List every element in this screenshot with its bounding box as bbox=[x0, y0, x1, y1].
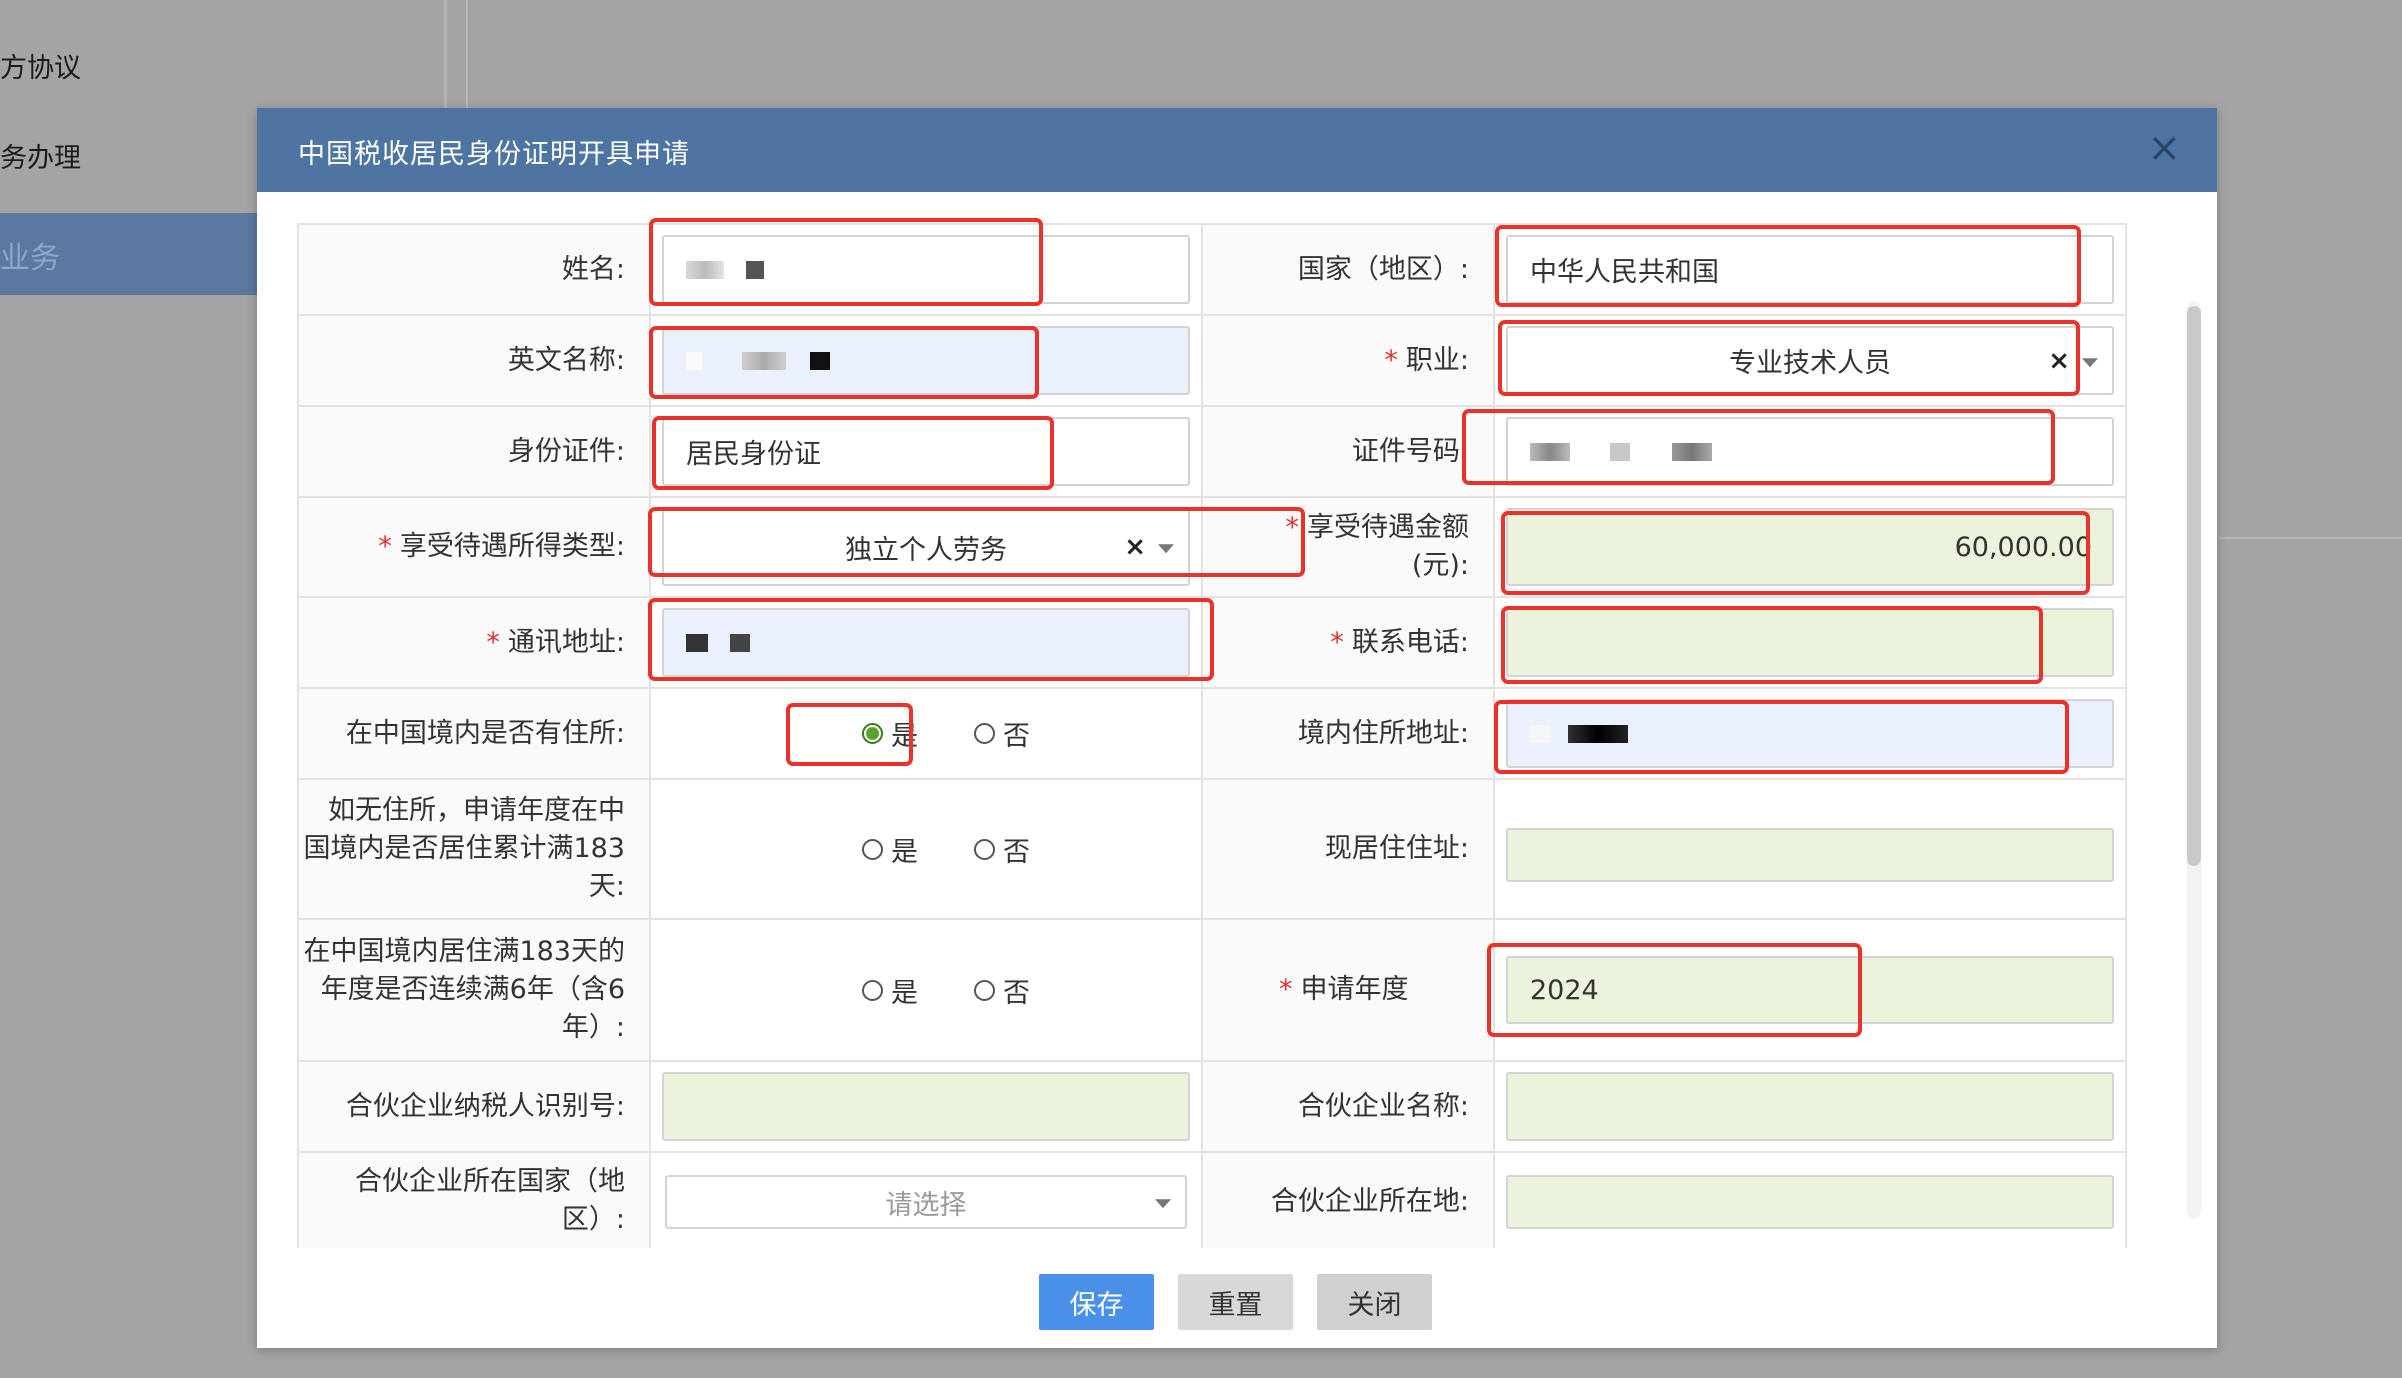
required-asterisk: * bbox=[1330, 626, 1344, 658]
chevron-down-icon[interactable] bbox=[1155, 1199, 1171, 1209]
scrollbar-thumb[interactable] bbox=[2187, 306, 2201, 866]
radio-unchecked-icon bbox=[974, 838, 995, 860]
partner-country-select[interactable]: 请选择 bbox=[665, 1175, 1187, 1229]
bg-divider-2 bbox=[466, 0, 468, 110]
close-icon[interactable]: × bbox=[2147, 126, 2181, 170]
partner-location-label: 合伙企业所在地: bbox=[1201, 1151, 1495, 1248]
partner-tin-input[interactable] bbox=[662, 1072, 1190, 1141]
income-type-select[interactable]: 独立个人劳务 × bbox=[662, 508, 1190, 586]
reset-button[interactable]: 重置 bbox=[1178, 1274, 1293, 1330]
no-residence-no-radio[interactable]: 否 bbox=[974, 830, 1030, 869]
address-input[interactable] bbox=[662, 608, 1190, 677]
bg-nav-item-active[interactable]: 业务 bbox=[0, 213, 258, 295]
amount-label: * 享受待遇金额 (元): bbox=[1201, 496, 1495, 598]
has-residence-yes-radio[interactable]: 是 bbox=[862, 714, 918, 753]
no-residence-183-label: 如无住所，申请年度在中 国境内是否居住累计满183 天: bbox=[297, 778, 651, 920]
redacted-text bbox=[1568, 724, 1628, 743]
partner-location-input[interactable] bbox=[1506, 1175, 2114, 1229]
address-label: * 通讯地址: bbox=[297, 596, 651, 689]
domestic-address-input[interactable] bbox=[1506, 699, 2114, 768]
bg-divider bbox=[444, 0, 447, 110]
dialog-footer: 保存 重置 关闭 bbox=[257, 1248, 2217, 1348]
apply-year-label: * 申请年度 bbox=[1201, 918, 1495, 1062]
close-button[interactable]: 关闭 bbox=[1317, 1274, 1432, 1330]
bg-nav-item-handling[interactable]: 务办理 bbox=[0, 136, 81, 175]
partner-country-label: 合伙企业所在国家（地 区）: bbox=[297, 1151, 651, 1248]
name-label: 姓名: bbox=[297, 223, 651, 316]
phone-label: * 联系电话: bbox=[1201, 596, 1495, 689]
radio-unchecked-icon bbox=[974, 723, 995, 744]
id-number-input[interactable] bbox=[1506, 417, 2114, 486]
required-asterisk: * bbox=[1384, 344, 1398, 376]
partner-name-label: 合伙企业名称: bbox=[1201, 1060, 1495, 1153]
bg-nav-item-protocol[interactable]: 方协议 bbox=[0, 46, 81, 85]
has-residence-label: 在中国境内是否有住所: bbox=[297, 687, 651, 780]
radio-unchecked-icon bbox=[862, 979, 883, 1001]
id-type-label: 身份证件: bbox=[297, 405, 651, 498]
redacted-text bbox=[1610, 442, 1630, 461]
english-name-label: 英文名称: bbox=[297, 314, 651, 407]
clear-icon[interactable]: × bbox=[2048, 346, 2070, 376]
has-residence-radio-group: 是 否 bbox=[651, 714, 1201, 753]
english-name-input[interactable] bbox=[662, 326, 1190, 395]
required-asterisk: * bbox=[378, 531, 392, 562]
id-number-label: 证件号码: bbox=[1201, 405, 1495, 498]
current-address-label: 现居住住址: bbox=[1201, 778, 1495, 920]
occupation-label: * 职业: bbox=[1201, 314, 1495, 407]
radio-unchecked-icon bbox=[862, 838, 883, 860]
chevron-down-icon[interactable] bbox=[2082, 357, 2098, 367]
redacted-text bbox=[686, 633, 708, 652]
occupation-select[interactable]: 专业技术人员 × bbox=[1506, 326, 2114, 395]
domestic-address-label: 境内住所地址: bbox=[1201, 687, 1495, 780]
name-input[interactable] bbox=[662, 235, 1190, 304]
radio-checked-icon bbox=[862, 723, 883, 744]
current-address-input[interactable] bbox=[1506, 828, 2114, 882]
radio-unchecked-icon bbox=[974, 979, 995, 1001]
chevron-down-icon[interactable] bbox=[1158, 544, 1174, 554]
bg-nav-active-label: 业务 bbox=[0, 241, 60, 276]
clear-icon[interactable]: × bbox=[1124, 532, 1146, 562]
redacted-text bbox=[686, 351, 702, 370]
redacted-text bbox=[730, 633, 750, 652]
phone-input[interactable] bbox=[1506, 608, 2114, 677]
six-years-no-radio[interactable]: 否 bbox=[974, 971, 1030, 1010]
country-input[interactable]: 中华人民共和国 bbox=[1506, 235, 2114, 304]
required-asterisk: * bbox=[1285, 512, 1300, 543]
no-residence-radio-group: 是 否 bbox=[651, 830, 1201, 869]
redacted-text bbox=[810, 351, 830, 370]
redacted-text bbox=[1530, 724, 1550, 743]
required-asterisk: * bbox=[1279, 974, 1293, 1005]
redacted-text bbox=[1672, 442, 1712, 461]
partner-tin-label: 合伙企业纳税人识别号: bbox=[297, 1060, 651, 1153]
id-type-input[interactable]: 居民身份证 bbox=[662, 417, 1190, 486]
required-asterisk: * bbox=[486, 626, 500, 658]
amount-input[interactable]: 60,000.00 bbox=[1506, 508, 2114, 586]
partner-name-input[interactable] bbox=[1506, 1072, 2114, 1141]
redacted-text bbox=[742, 351, 786, 370]
six-years-radio-group: 是 否 bbox=[651, 971, 1201, 1010]
dialog-header: 中国税收居民身份证明开具申请 × bbox=[257, 108, 2217, 192]
dialog-body: 姓名: 国家（地区）: 中华人民共和国 英文名称: * 职业: 专业技术人员 ×… bbox=[257, 192, 2217, 1248]
application-form: 姓名: 国家（地区）: 中华人民共和国 英文名称: * 职业: 专业技术人员 ×… bbox=[297, 223, 2127, 1248]
bg-divider-3 bbox=[2216, 537, 2402, 539]
redacted-text bbox=[1530, 442, 1570, 461]
apply-year-input[interactable]: 2024 bbox=[1506, 956, 2114, 1024]
six-years-yes-radio[interactable]: 是 bbox=[862, 971, 918, 1010]
redacted-text bbox=[686, 260, 724, 279]
six-years-label: 在中国境内居住满183天的 年度是否连续满6年（含6 年）: bbox=[297, 918, 651, 1062]
save-button[interactable]: 保存 bbox=[1039, 1274, 1154, 1330]
has-residence-no-radio[interactable]: 否 bbox=[974, 714, 1030, 753]
income-type-label: * 享受待遇所得类型: bbox=[297, 496, 651, 598]
no-residence-yes-radio[interactable]: 是 bbox=[862, 830, 918, 869]
application-dialog: 中国税收居民身份证明开具申请 × 姓名: 国家（地区）: 中华人民共和国 英文名… bbox=[257, 108, 2217, 1348]
redacted-text bbox=[746, 260, 764, 279]
country-label: 国家（地区）: bbox=[1201, 223, 1495, 316]
dialog-title: 中国税收居民身份证明开具申请 bbox=[298, 139, 690, 170]
